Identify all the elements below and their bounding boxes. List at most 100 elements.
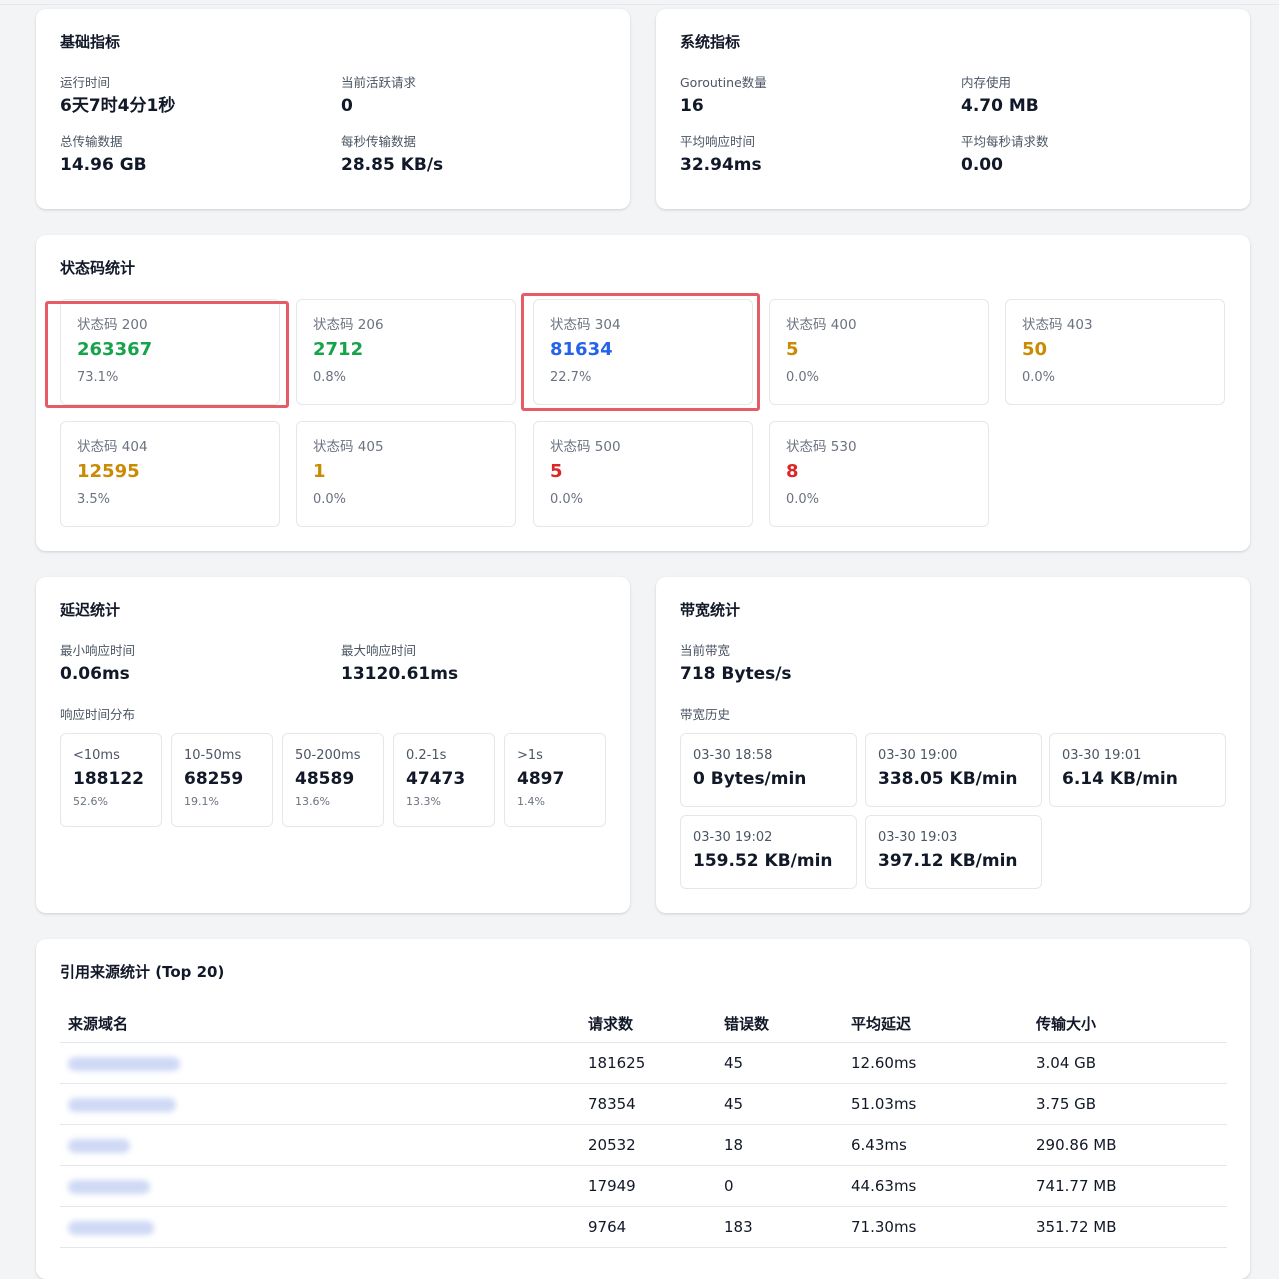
bandwidth-card: 带宽统计 当前带宽 718 Bytes/s 带宽历史 03-30 18:58 0… bbox=[656, 577, 1250, 913]
cell-latency: 44.63ms bbox=[843, 1165, 1028, 1207]
bucket-count: 47473 bbox=[406, 769, 466, 789]
latency-title: 延迟统计 bbox=[60, 601, 121, 619]
history-time: 03-30 19:03 bbox=[878, 830, 958, 845]
cell-latency: 71.30ms bbox=[843, 1206, 1028, 1248]
latency-distribution-label: 响应时间分布 bbox=[60, 707, 136, 722]
latency-bucket: >1s 4897 1.4% bbox=[504, 733, 606, 827]
status-code-label: 状态码 400 bbox=[786, 317, 857, 333]
bucket-percent: 13.3% bbox=[406, 795, 441, 808]
status-code-count: 5 bbox=[786, 339, 799, 360]
status-code-percent: 0.8% bbox=[313, 370, 347, 385]
cell-size: 3.75 GB bbox=[1028, 1083, 1227, 1125]
status-code-400: 状态码 400 5 0.0% bbox=[769, 299, 989, 405]
metric-label: 最小响应时间 bbox=[60, 643, 136, 658]
cell-requests: 20532 bbox=[580, 1124, 716, 1166]
status-code-404: 状态码 404 12595 3.5% bbox=[60, 421, 280, 527]
status-code-percent: 0.0% bbox=[786, 492, 820, 507]
table-row: 9764 183 71.30ms 351.72 MB bbox=[60, 1206, 1227, 1248]
latency-bucket: <10ms 188122 52.6% bbox=[60, 733, 162, 827]
bucket-label: >1s bbox=[517, 748, 543, 763]
bandwidth-history-label: 带宽历史 bbox=[680, 707, 731, 722]
metric-value: 0 bbox=[341, 96, 353, 116]
metric-label: 内存使用 bbox=[961, 75, 1012, 90]
cell-errors: 18 bbox=[716, 1124, 843, 1166]
status-code-count: 2712 bbox=[313, 339, 364, 360]
status-code-label: 状态码 403 bbox=[1022, 317, 1093, 333]
latency-bucket: 10-50ms 68259 19.1% bbox=[171, 733, 273, 827]
table-header-row: 来源域名 请求数 错误数 平均延迟 传输大小 bbox=[60, 1004, 1227, 1043]
status-code-label: 状态码 500 bbox=[550, 439, 621, 455]
status-code-count: 50 bbox=[1022, 339, 1048, 360]
metric-uptime: 运行时间 6天7时4分1秒 bbox=[60, 74, 341, 118]
domain-link[interactable] bbox=[60, 1083, 580, 1125]
referer-table: 来源域名 请求数 错误数 平均延迟 传输大小 181625 45 12.60ms… bbox=[60, 1004, 1227, 1248]
column-header-size: 传输大小 bbox=[1028, 1004, 1227, 1043]
bandwidth-history-item: 03-30 19:03 397.12 KB/min bbox=[865, 815, 1042, 889]
domain-link[interactable] bbox=[60, 1165, 580, 1207]
bucket-label: 0.2-1s bbox=[406, 748, 447, 763]
domain-link[interactable] bbox=[60, 1124, 580, 1166]
metric-total-transfer: 总传输数据 14.96 GB bbox=[60, 133, 341, 177]
metric-label: 当前活跃请求 bbox=[341, 75, 417, 90]
bucket-count: 4897 bbox=[517, 769, 565, 789]
column-header-requests: 请求数 bbox=[580, 1004, 716, 1043]
metric-value: 14.96 GB bbox=[60, 155, 147, 175]
metric-active-requests: 当前活跃请求 0 bbox=[341, 74, 606, 118]
cell-size: 290.86 MB bbox=[1028, 1124, 1227, 1166]
cell-errors: 45 bbox=[716, 1042, 843, 1084]
metric-label: 总传输数据 bbox=[60, 134, 123, 149]
metric-avg-response: 平均响应时间 32.94ms bbox=[680, 133, 961, 177]
metric-label: 最大响应时间 bbox=[341, 643, 417, 658]
status-code-label: 状态码 405 bbox=[313, 439, 384, 455]
metric-label: Goroutine数量 bbox=[680, 75, 767, 90]
basic-metrics-title: 基础指标 bbox=[60, 33, 121, 51]
bucket-percent: 13.6% bbox=[295, 795, 330, 808]
metric-label: 平均响应时间 bbox=[680, 134, 756, 149]
status-code-percent: 0.0% bbox=[786, 370, 820, 385]
history-value: 159.52 KB/min bbox=[693, 851, 833, 871]
cell-requests: 17949 bbox=[580, 1165, 716, 1207]
history-time: 03-30 18:58 bbox=[693, 748, 773, 763]
basic-metrics-card: 基础指标 运行时间 6天7时4分1秒 当前活跃请求 0 总传输数据 14.96 … bbox=[36, 9, 630, 209]
bucket-label: 10-50ms bbox=[184, 748, 242, 763]
bandwidth-history-item: 03-30 18:58 0 Bytes/min bbox=[680, 733, 857, 807]
status-code-count: 12595 bbox=[77, 461, 140, 482]
table-row: 181625 45 12.60ms 3.04 GB bbox=[60, 1042, 1227, 1084]
status-code-title: 状态码统计 bbox=[60, 259, 136, 277]
bandwidth-history-item: 03-30 19:01 6.14 KB/min bbox=[1049, 733, 1226, 807]
history-time: 03-30 19:00 bbox=[878, 748, 958, 763]
metric-value: 16 bbox=[680, 96, 704, 116]
domain-link[interactable] bbox=[60, 1206, 580, 1248]
system-metrics-title: 系统指标 bbox=[680, 33, 741, 51]
domain-link[interactable] bbox=[60, 1042, 580, 1084]
bucket-percent: 19.1% bbox=[184, 795, 219, 808]
cell-size: 351.72 MB bbox=[1028, 1206, 1227, 1248]
metric-value: 6天7时4分1秒 bbox=[60, 96, 176, 116]
table-row: 78354 45 51.03ms 3.75 GB bbox=[60, 1083, 1227, 1125]
latency-max: 最大响应时间 13120.61ms bbox=[341, 642, 458, 686]
metric-rps: 平均每秒请求数 0.00 bbox=[961, 133, 1226, 177]
cell-size: 741.77 MB bbox=[1028, 1165, 1227, 1207]
referer-stats-title: 引用来源统计 (Top 20) bbox=[60, 963, 225, 981]
highlight-box-304 bbox=[521, 293, 760, 411]
history-time: 03-30 19:02 bbox=[693, 830, 773, 845]
metric-label: 每秒传输数据 bbox=[341, 134, 417, 149]
column-header-domain: 来源域名 bbox=[60, 1004, 580, 1043]
bandwidth-current: 当前带宽 718 Bytes/s bbox=[680, 642, 792, 686]
column-header-errors: 错误数 bbox=[716, 1004, 843, 1043]
table-row: 20532 18 6.43ms 290.86 MB bbox=[60, 1124, 1227, 1166]
cell-requests: 181625 bbox=[580, 1042, 716, 1084]
system-metrics-card: 系统指标 Goroutine数量 16 内存使用 4.70 MB 平均响应时间 … bbox=[656, 9, 1250, 209]
status-code-530: 状态码 530 8 0.0% bbox=[769, 421, 989, 527]
status-code-count: 5 bbox=[550, 461, 563, 482]
status-code-percent: 0.0% bbox=[313, 492, 347, 507]
table-row: 17949 0 44.63ms 741.77 MB bbox=[60, 1165, 1227, 1207]
metric-value: 0.00 bbox=[961, 155, 1003, 175]
status-code-count: 1 bbox=[313, 461, 326, 482]
history-value: 338.05 KB/min bbox=[878, 769, 1018, 789]
status-code-count: 8 bbox=[786, 461, 799, 482]
cell-latency: 6.43ms bbox=[843, 1124, 1028, 1166]
bucket-percent: 1.4% bbox=[517, 795, 545, 808]
latency-card: 延迟统计 最小响应时间 0.06ms 最大响应时间 13120.61ms 响应时… bbox=[36, 577, 630, 913]
history-value: 0 Bytes/min bbox=[693, 769, 807, 789]
